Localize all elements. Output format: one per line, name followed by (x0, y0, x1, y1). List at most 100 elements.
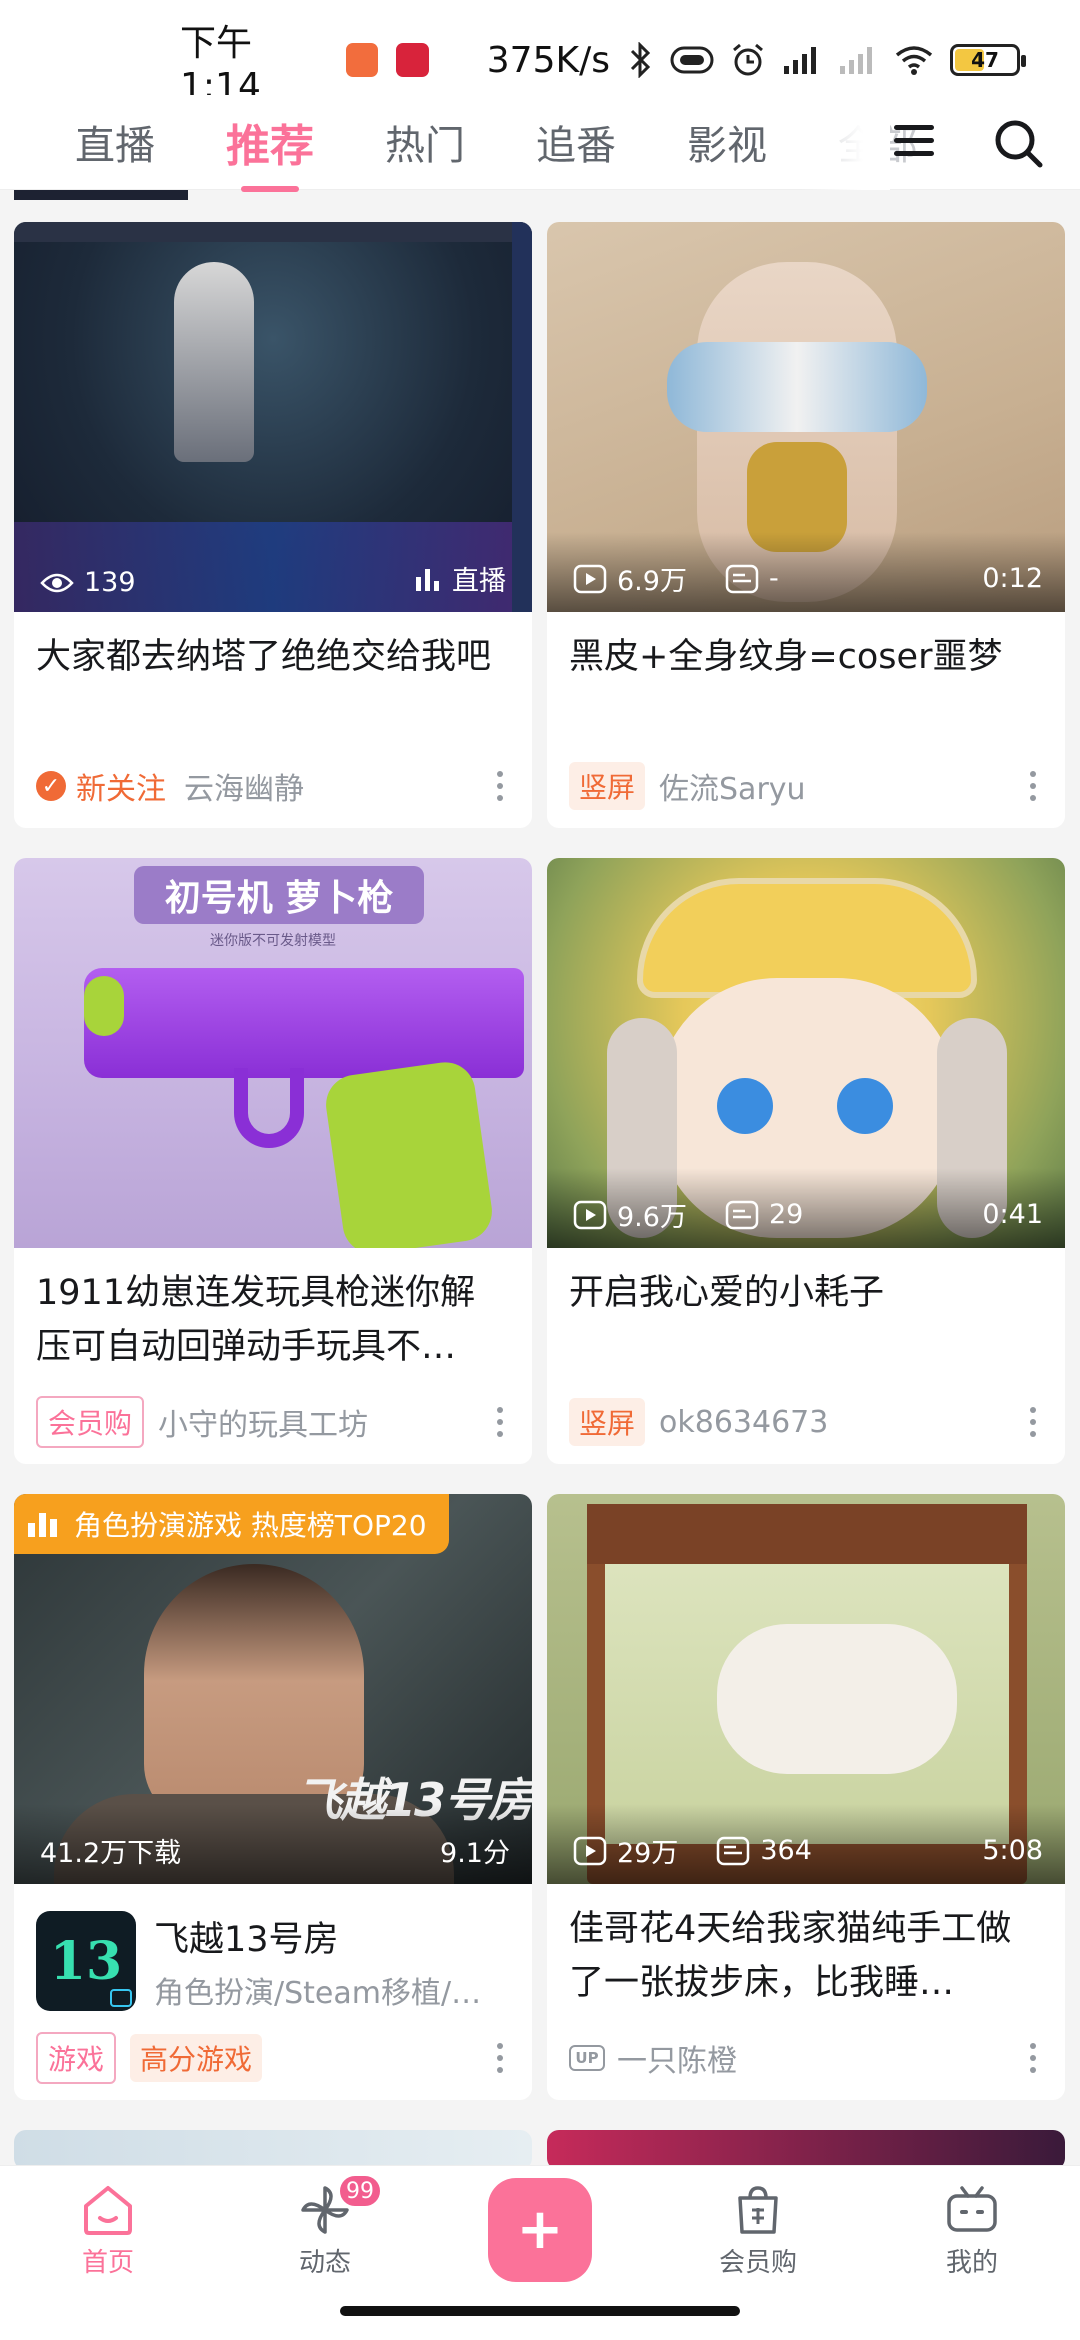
rank-banner[interactable]: 角色扮演游戏 热度榜TOP20 (14, 1494, 449, 1554)
nav-home[interactable]: 首页 (38, 2184, 178, 2279)
play-count: 9.6万 (573, 1195, 687, 1234)
video-duration: 5:08 (982, 1835, 1043, 1866)
signal-2-icon (840, 47, 872, 74)
card-thumbnail[interactable]: 139 直播 (14, 222, 532, 612)
card-thumbnail[interactable]: 29万 364 5:08 (547, 1494, 1065, 1884)
check-icon: ✓ (36, 771, 66, 801)
play-icon (573, 1200, 607, 1229)
card-thumbnail[interactable]: 9.6万 29 0:41 (547, 858, 1065, 1248)
costume-top (667, 342, 927, 432)
toy-gun-slide (84, 968, 524, 1078)
previous-card-edge (14, 190, 188, 200)
feed-card-partial[interactable] (547, 2130, 1065, 2165)
home-indicator[interactable] (340, 2306, 740, 2316)
tv-icon (110, 1989, 132, 2007)
more-options-icon[interactable] (1023, 2043, 1043, 2073)
alarm-icon (733, 43, 763, 76)
toy-gun-muzzle (84, 976, 124, 1036)
tab-live[interactable]: 直播 (75, 113, 155, 171)
danmaku-icon (725, 564, 759, 593)
notification-app-icon (345, 43, 379, 77)
feed-card-product[interactable]: 初号机 萝卜枪 迷你版不可发射模型 1911幼崽连发玩具枪迷你解压可自动回弹动手… (14, 858, 532, 1464)
nav-mine[interactable]: 我的 (902, 2184, 1042, 2279)
top-tab-bar: 直播 推荐 热门 追番 影视 全部 (0, 95, 1080, 192)
card-thumbnail[interactable]: 角色扮演游戏 热度榜TOP20 飞越13号房 41.2万下载 9.1分 (14, 1494, 532, 1884)
battery-level: 47 (971, 48, 999, 72)
bed-canopy (587, 1504, 1027, 1564)
danmaku-icon (717, 1836, 750, 1865)
more-options-icon[interactable] (490, 2043, 510, 2073)
card-author[interactable]: 小守的玩具工坊 (158, 1400, 368, 1444)
tab-recommend[interactable]: 推荐 (226, 110, 314, 192)
tab-fade (800, 95, 890, 190)
high-score-badge: 高分游戏 (130, 2034, 263, 2082)
signal-icon (784, 47, 816, 74)
feed[interactable]: 139 直播 大家都去纳塔了绝绝交给我吧 ✓ 新关注 云海幽静 6.9万 - 0… (0, 190, 1080, 2165)
product-headline: 初号机 萝卜枪 (134, 866, 424, 924)
notification-app-icon-2 (396, 43, 429, 77)
new-follow-tag: ✓ 新关注 (36, 764, 166, 808)
tab-hot[interactable]: 热门 (385, 113, 465, 171)
ranking-bars-icon (28, 1513, 57, 1537)
tab-movies[interactable]: 影视 (687, 113, 767, 171)
feed-card-partial[interactable] (14, 2130, 532, 2165)
game-logo[interactable]: 13 (36, 1911, 136, 2011)
status-time: 下午1:14 (180, 22, 261, 107)
menu-icon[interactable] (890, 117, 938, 165)
danmaku-icon (725, 1200, 759, 1229)
plus-icon: + (516, 2197, 564, 2262)
stream-chat-strip (512, 222, 532, 612)
live-label: 直播 (414, 559, 506, 598)
character-eye-left (717, 1078, 773, 1134)
cat (717, 1624, 957, 1774)
feed-card-video[interactable]: 9.6万 29 0:41 开启我心爱的小耗子 竖屏 ok8634673 (547, 858, 1065, 1464)
shopping-bag-icon (738, 2186, 778, 2234)
download-count: 41.2万下载 (40, 1838, 182, 1869)
card-title[interactable]: 1911幼崽连发玩具枪迷你解压可自动回弹动手玩具不… (14, 1248, 532, 1380)
wifi-icon (895, 46, 933, 75)
character-figure (174, 262, 254, 462)
danmaku-count: 364 (716, 1835, 812, 1866)
search-icon[interactable] (990, 115, 1046, 171)
danmaku-count: 29 (725, 1199, 803, 1230)
card-thumbnail[interactable]: 6.9万 - 0:12 (547, 222, 1065, 612)
more-options-icon[interactable] (1023, 1407, 1043, 1437)
feed-card-game[interactable]: 角色扮演游戏 热度榜TOP20 飞越13号房 41.2万下载 9.1分 13 飞… (14, 1494, 532, 2100)
danmaku-count: - (725, 563, 779, 594)
card-title[interactable]: 黑皮+全身纹身=coser噩梦 (547, 612, 1065, 744)
card-title[interactable]: 佳哥花4天给我家猫纯手工做了一张拔步床，比我睡… (547, 1884, 1065, 2016)
card-thumbnail[interactable]: 初号机 萝卜枪 迷你版不可发射模型 (14, 858, 532, 1248)
game-name[interactable]: 飞越13号房 (154, 1911, 510, 1962)
feed-card-video[interactable]: 6.9万 - 0:12 黑皮+全身纹身=coser噩梦 竖屏 佐流Saryu (547, 222, 1065, 828)
more-options-icon[interactable] (1023, 771, 1043, 801)
card-author[interactable]: ok8634673 (659, 1405, 828, 1440)
bluetooth-icon (630, 42, 651, 78)
vertical-badge: 竖屏 (569, 1398, 646, 1446)
feed-card-video[interactable]: 29万 364 5:08 佳哥花4天给我家猫纯手工做了一张拔步床，比我睡… UP… (547, 1494, 1065, 2100)
feed-card-live[interactable]: 139 直播 大家都去纳塔了绝绝交给我吧 ✓ 新关注 云海幽静 (14, 222, 532, 828)
game-category: 角色扮演/Steam移植/… (154, 1975, 482, 2011)
more-options-icon[interactable] (490, 1407, 510, 1437)
more-options-icon[interactable] (490, 771, 510, 801)
card-title[interactable]: 开启我心爱的小耗子 (547, 1248, 1065, 1380)
game-score: 9.1分 (440, 1838, 510, 1869)
tab-anime[interactable]: 追番 (536, 113, 616, 171)
nfc-icon (670, 46, 714, 74)
publish-button[interactable]: + (488, 2178, 592, 2282)
card-author[interactable]: 云海幽静 (184, 764, 304, 808)
card-title[interactable]: 大家都去纳塔了绝绝交给我吧 (14, 612, 532, 744)
nav-mall[interactable]: 会员购 (688, 2184, 828, 2279)
live-bars-icon (416, 568, 439, 591)
game-badge: 游戏 (36, 2032, 117, 2084)
character-eye-right (837, 1078, 893, 1134)
play-count: 6.9万 (573, 559, 687, 598)
stream-hud-top (14, 222, 532, 242)
eye-icon (40, 573, 74, 592)
card-author[interactable]: 一只陈橙 (617, 2036, 737, 2080)
play-icon (573, 564, 607, 593)
video-duration: 0:12 (982, 563, 1043, 594)
dynamic-count-badge: 99 (338, 2174, 382, 2208)
member-mall-badge: 会员购 (36, 1396, 145, 1448)
play-icon (573, 1836, 607, 1865)
card-author[interactable]: 佐流Saryu (659, 764, 806, 808)
